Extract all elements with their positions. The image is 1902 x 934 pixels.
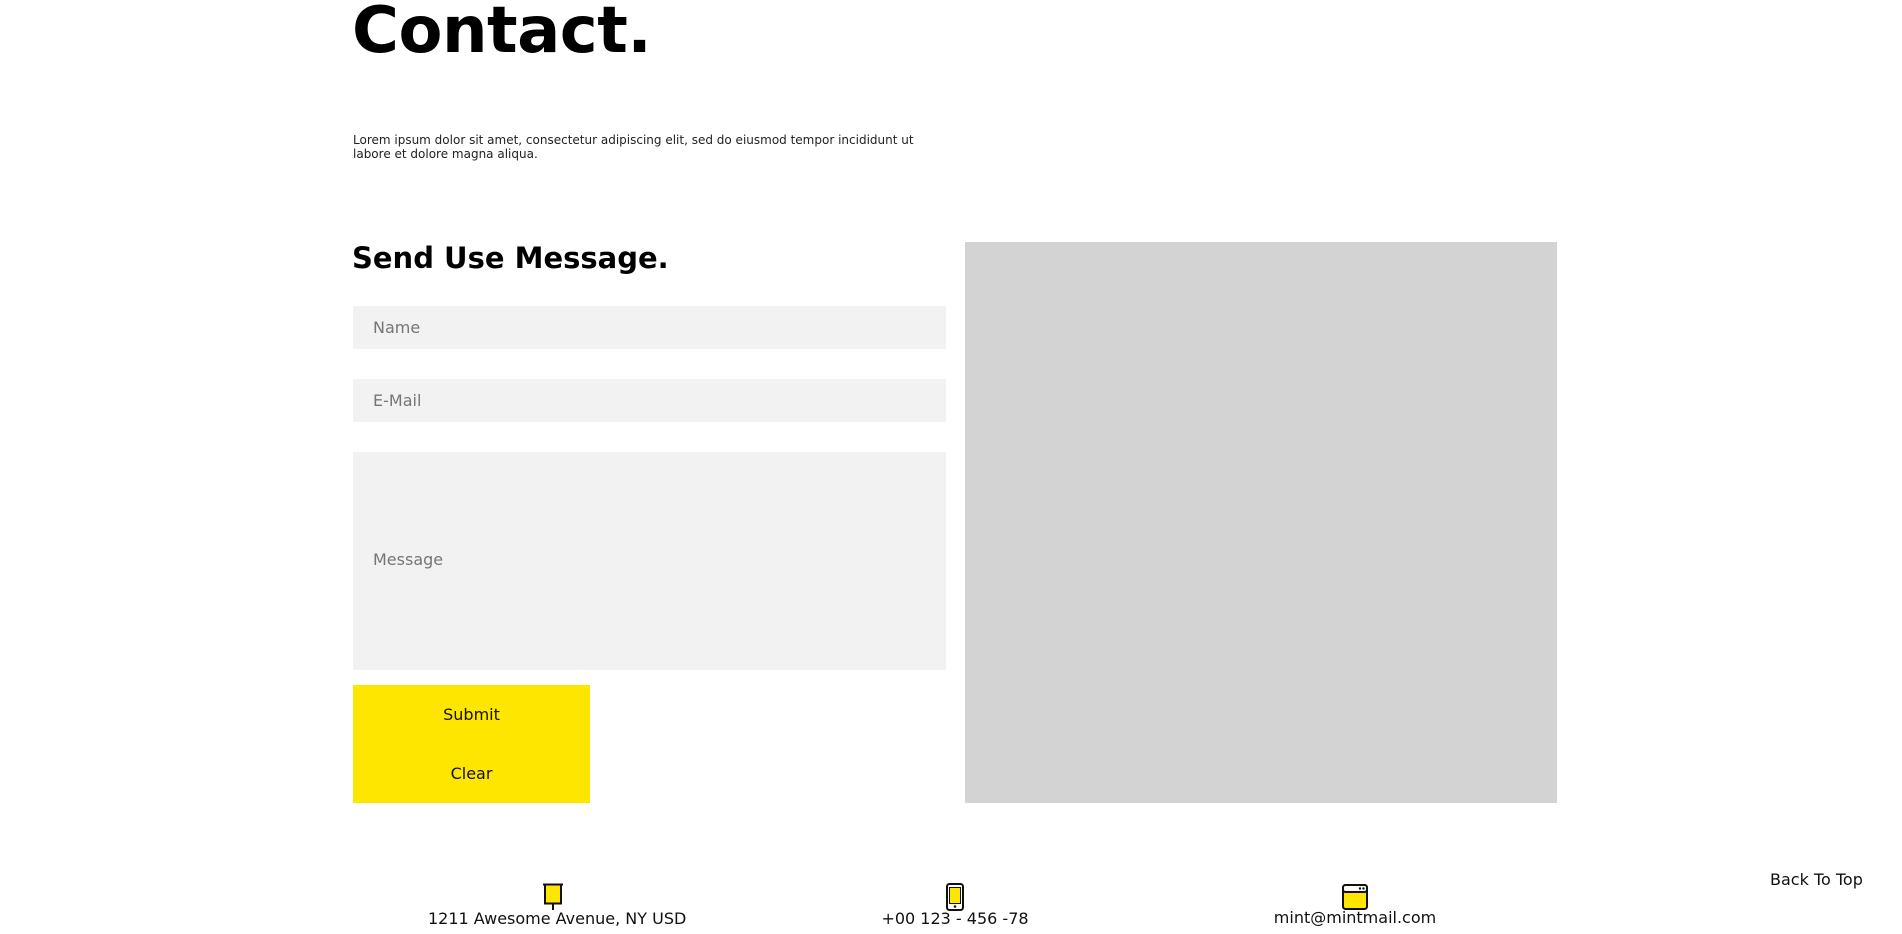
message-textarea[interactable] <box>353 452 946 670</box>
intro-text: Lorem ipsum dolor sit amet, consectetur … <box>353 133 914 161</box>
signpost-icon <box>543 883 563 910</box>
clear-button[interactable]: Clear <box>353 744 590 803</box>
name-input[interactable] <box>353 306 946 349</box>
contact-address: 1211 Awesome Avenue, NY USD <box>428 909 687 928</box>
browser-window-icon <box>1342 884 1368 910</box>
page-title: Contact. <box>352 0 652 68</box>
contact-page: Contact. Lorem ipsum dolor sit amet, con… <box>0 0 1902 934</box>
map-placeholder <box>965 242 1557 803</box>
form-heading: Send Use Message. <box>352 241 669 275</box>
email-input[interactable] <box>353 379 946 422</box>
back-to-top-link[interactable]: Back To Top <box>1770 870 1863 889</box>
contact-email: mint@mintmail.com <box>1273 908 1437 927</box>
submit-button[interactable]: Submit <box>353 685 590 744</box>
contact-phone: +00 123 - 456 -78 <box>881 909 1029 928</box>
form-button-group: Submit Clear <box>353 685 590 803</box>
mobile-phone-icon <box>946 883 964 911</box>
